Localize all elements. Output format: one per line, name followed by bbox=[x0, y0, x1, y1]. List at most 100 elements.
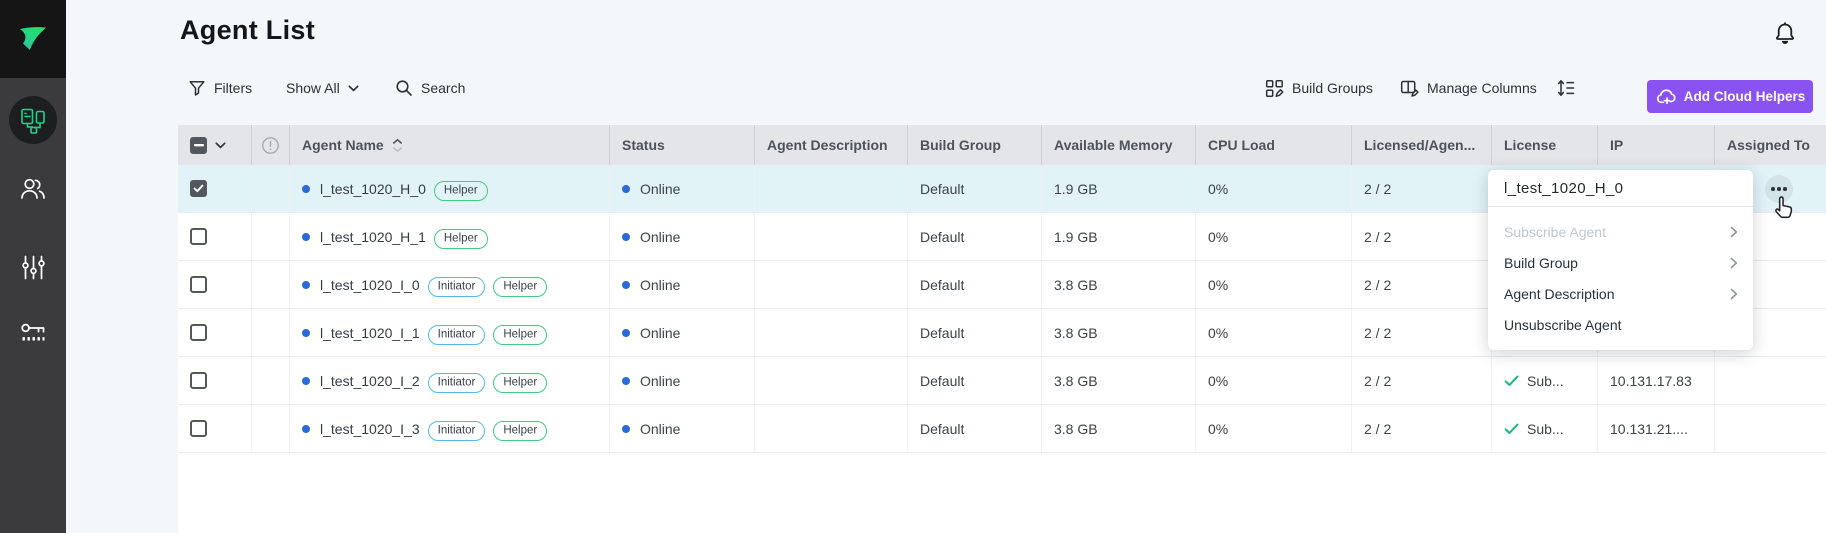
sliders-icon bbox=[21, 254, 46, 281]
chevron-right-icon bbox=[1730, 288, 1738, 300]
row-select-cell bbox=[178, 261, 252, 308]
available-memory-cell: 3.8 GB bbox=[1042, 405, 1196, 452]
menu-item-agent-description[interactable]: Agent Description bbox=[1488, 278, 1753, 309]
status-cell: Online bbox=[610, 357, 755, 404]
cpu-load-cell: 0% bbox=[1196, 405, 1352, 452]
status-cell: Online bbox=[610, 405, 755, 452]
table-header-row: Agent Name Status Agent Description Buil… bbox=[178, 125, 1826, 165]
header-assigned-to[interactable]: Assigned To bbox=[1715, 125, 1826, 165]
agent-status-dot bbox=[302, 233, 310, 241]
row-checkbox[interactable] bbox=[190, 228, 207, 245]
licensed-agents-cell: 2 / 2 bbox=[1352, 357, 1492, 404]
status-cell: Online bbox=[610, 165, 755, 212]
agent-name-cell: l_test_1020_I_1 InitiatorHelper bbox=[290, 309, 610, 356]
license-cell: Sub... bbox=[1492, 357, 1598, 404]
header-agent-description[interactable]: Agent Description bbox=[755, 125, 908, 165]
context-menu-title: l_test_1020_H_0 bbox=[1488, 170, 1753, 207]
header-agent-name[interactable]: Agent Name bbox=[290, 125, 610, 165]
licensed-agents-cell: 2 / 2 bbox=[1352, 213, 1492, 260]
row-select-cell bbox=[178, 405, 252, 452]
header-license[interactable]: License bbox=[1492, 125, 1598, 165]
alert-circle-icon bbox=[261, 136, 280, 155]
licensed-agents-cell: 2 / 2 bbox=[1352, 405, 1492, 452]
available-memory-cell: 1.9 GB bbox=[1042, 213, 1196, 260]
agent-name-cell: l_test_1020_I_0 InitiatorHelper bbox=[290, 261, 610, 308]
header-ip[interactable]: IP bbox=[1598, 125, 1715, 165]
status-label: Online bbox=[640, 181, 680, 197]
agent-badges: InitiatorHelper bbox=[420, 372, 548, 389]
manage-columns-icon bbox=[1400, 79, 1419, 97]
select-menu-chevron-icon[interactable] bbox=[215, 142, 226, 149]
license-label: Sub... bbox=[1527, 373, 1564, 389]
select-all-checkbox[interactable] bbox=[190, 137, 207, 154]
license-check-icon bbox=[1504, 423, 1519, 435]
row-select-cell bbox=[178, 165, 252, 212]
menu-item-subscribe-agent[interactable]: Subscribe Agent bbox=[1488, 216, 1753, 247]
helper-badge: Helper bbox=[434, 229, 488, 249]
manage-columns-button[interactable]: Manage Columns bbox=[1400, 76, 1537, 100]
header-cpu-load[interactable]: CPU Load bbox=[1196, 125, 1352, 165]
sidebar-item-users[interactable] bbox=[0, 176, 66, 201]
agent-name: l_test_1020_I_2 bbox=[320, 373, 420, 389]
agent-name: l_test_1020_I_3 bbox=[320, 421, 420, 437]
cpu-load-cell: 0% bbox=[1196, 357, 1352, 404]
header-available-memory[interactable]: Available Memory bbox=[1042, 125, 1196, 165]
build-group-cell: Default bbox=[908, 357, 1042, 404]
row-checkbox[interactable] bbox=[190, 420, 207, 437]
sidebar-item-licenses[interactable] bbox=[0, 320, 66, 345]
initiator-badge: Initiator bbox=[428, 421, 486, 441]
ip-cell: 10.131.17.83 bbox=[1598, 357, 1715, 404]
ip-cell: 10.131.21.... bbox=[1598, 405, 1715, 452]
helper-badge: Helper bbox=[493, 373, 547, 393]
license-label: Sub... bbox=[1527, 421, 1564, 437]
header-licensed-agents[interactable]: Licensed/Agen... bbox=[1352, 125, 1492, 165]
row-checkbox[interactable] bbox=[190, 324, 207, 341]
header-build-group[interactable]: Build Group bbox=[908, 125, 1042, 165]
agent-badges: InitiatorHelper bbox=[420, 420, 548, 437]
context-menu-items: Subscribe AgentBuild GroupAgent Descript… bbox=[1488, 207, 1753, 350]
header-status[interactable]: Status bbox=[610, 125, 755, 165]
cpu-load-cell: 0% bbox=[1196, 213, 1352, 260]
agent-badges: Helper bbox=[426, 228, 488, 245]
menu-item-build-group[interactable]: Build Group bbox=[1488, 247, 1753, 278]
build-groups-icon bbox=[1265, 79, 1284, 98]
sidebar-item-settings[interactable] bbox=[0, 254, 66, 281]
row-alert-cell bbox=[252, 357, 290, 404]
agent-name: l_test_1020_H_1 bbox=[320, 229, 426, 245]
cpu-load-cell: 0% bbox=[1196, 261, 1352, 308]
assigned-to-cell bbox=[1715, 357, 1826, 404]
table-row[interactable]: l_test_1020_I_2 InitiatorHelper Online D… bbox=[178, 357, 1826, 405]
agent-status-dot bbox=[302, 377, 310, 385]
menu-item-unsubscribe-agent[interactable]: Unsubscribe Agent bbox=[1488, 309, 1753, 340]
table-row[interactable]: l_test_1020_I_3 InitiatorHelper Online D… bbox=[178, 405, 1826, 453]
filters-button[interactable]: Filters bbox=[188, 76, 252, 100]
agent-name: l_test_1020_H_0 bbox=[320, 181, 426, 197]
notifications-button[interactable] bbox=[1773, 21, 1801, 49]
sidebar-item-agents[interactable] bbox=[9, 96, 57, 144]
bell-icon bbox=[1773, 21, 1801, 47]
search-button[interactable]: Search bbox=[395, 76, 465, 100]
row-checkbox[interactable] bbox=[190, 372, 207, 389]
header-alert-cell bbox=[252, 125, 290, 165]
cpu-load-cell: 0% bbox=[1196, 165, 1352, 212]
row-actions-button[interactable] bbox=[1765, 175, 1793, 203]
status-cell: Online bbox=[610, 213, 755, 260]
available-memory-cell: 3.8 GB bbox=[1042, 309, 1196, 356]
status-label: Online bbox=[640, 325, 680, 341]
sort-icon[interactable] bbox=[392, 138, 403, 153]
row-checkbox[interactable] bbox=[190, 276, 207, 293]
agent-name-cell: l_test_1020_H_0 Helper bbox=[290, 165, 610, 212]
app-logo[interactable] bbox=[0, 0, 66, 78]
agent-description-cell bbox=[755, 357, 908, 404]
users-icon bbox=[19, 176, 47, 201]
agent-status-dot bbox=[302, 425, 310, 433]
show-all-dropdown[interactable]: Show All bbox=[286, 76, 359, 100]
row-checkbox[interactable] bbox=[190, 180, 207, 197]
add-cloud-helpers-label: Add Cloud Helpers bbox=[1684, 89, 1806, 104]
agent-status-dot bbox=[302, 281, 310, 289]
build-groups-button[interactable]: Build Groups bbox=[1265, 76, 1373, 100]
add-cloud-helpers-button[interactable]: Add Cloud Helpers bbox=[1647, 80, 1813, 113]
initiator-badge: Initiator bbox=[428, 325, 486, 345]
helper-badge: Helper bbox=[434, 181, 488, 201]
row-density-button[interactable] bbox=[1556, 76, 1576, 100]
